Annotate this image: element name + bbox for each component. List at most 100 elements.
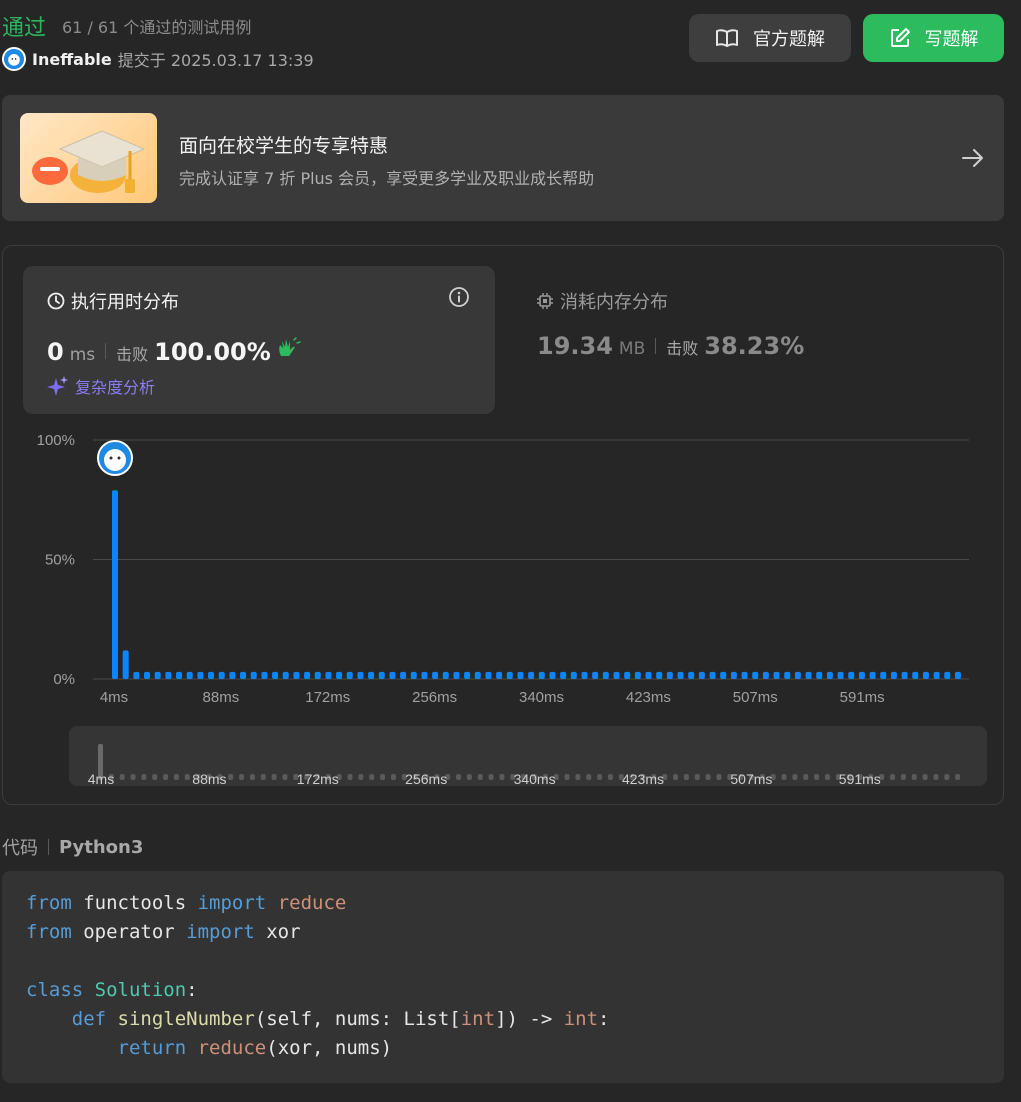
chart-bar — [816, 671, 823, 679]
chart-bar — [453, 671, 460, 679]
avatar-eye — [117, 456, 121, 460]
chart-bar — [560, 671, 567, 679]
chart-bar — [912, 671, 919, 679]
chart-bar — [293, 671, 300, 679]
slider-bar — [597, 774, 603, 780]
chart-bar — [538, 671, 545, 679]
chart-bar — [325, 671, 332, 679]
slider-tick-label: 591ms — [839, 771, 881, 786]
x-tick-label: 172ms — [305, 689, 350, 706]
slider-bar — [488, 774, 494, 780]
chart-bar — [720, 671, 727, 679]
chart-bar — [688, 671, 695, 679]
chart-bar — [410, 671, 417, 679]
chart-bar — [869, 671, 876, 679]
official-solution-button[interactable]: 官方题解 — [689, 14, 851, 62]
x-tick-label: 4ms — [100, 689, 128, 706]
promo-subtitle: 完成认证享 7 折 Plus 会员，享受更多学业及职业成长帮助 — [179, 169, 595, 188]
slider-bar — [347, 774, 353, 780]
slider-bar — [694, 774, 700, 780]
slider-bar — [803, 774, 809, 780]
chart-bar — [826, 671, 833, 679]
range-slider[interactable]: 4ms 88ms 172ms 256ms 340ms 423ms 507ms 591ms — [69, 726, 987, 787]
slider-bar — [683, 774, 689, 780]
chart-bar — [570, 671, 577, 679]
slider-bar — [152, 774, 158, 780]
y-tick-label: 50% — [45, 552, 75, 569]
user-avatar[interactable] — [2, 47, 26, 71]
chart-bar — [901, 671, 908, 679]
slider-tick-label: 256ms — [405, 771, 447, 786]
slider-bar — [673, 774, 679, 780]
slider-bar — [173, 774, 179, 780]
status-label: 通过 — [2, 16, 47, 41]
slider-bar — [163, 774, 169, 780]
chart-bar — [485, 671, 492, 679]
chart-bar — [837, 671, 844, 679]
chart-bar — [165, 671, 172, 679]
chart-bar — [314, 671, 321, 679]
slider-bar — [282, 774, 288, 780]
chart-bar — [677, 671, 684, 679]
slider-bar — [466, 774, 472, 780]
write-solution-button[interactable]: 写题解 — [863, 14, 1004, 62]
chart-bar — [634, 671, 641, 679]
code-header: 代码 Python3 — [2, 834, 143, 860]
chart-bar — [858, 671, 865, 679]
chart-bar — [709, 671, 716, 679]
chart-bar — [389, 671, 396, 679]
slider-bar — [575, 774, 581, 780]
chart-bar — [794, 671, 801, 679]
x-tick-label: 256ms — [412, 689, 457, 706]
chart-bar — [922, 671, 929, 679]
chart-bar — [154, 671, 161, 679]
range-slider-track: 4ms 88ms 172ms 256ms 340ms 423ms 507ms 591ms — [88, 744, 961, 787]
submission-info: Ineffable 提交于 2025.03.17 13:39 — [2, 46, 314, 72]
slider-bar — [607, 774, 613, 780]
slider-bar — [141, 774, 147, 780]
slider-bar — [380, 774, 386, 780]
chart-bar — [549, 671, 556, 679]
slider-tick-label: 423ms — [622, 771, 664, 786]
slider-bar — [456, 774, 462, 780]
chart-bar — [933, 671, 940, 679]
chart-bar — [784, 671, 791, 679]
performance-panel: 执行用时分布 0 ms 击败 100.00% 复杂度分析 消耗内存分布 19.3… — [2, 245, 1004, 805]
chart-bar — [368, 671, 375, 679]
slider-bar — [586, 774, 592, 780]
slider-tick-label: 507ms — [730, 771, 772, 786]
chart-bar — [336, 671, 343, 679]
x-tick-label: 88ms — [203, 689, 240, 706]
slider-tick-label: 4ms — [88, 771, 114, 786]
username[interactable]: Ineffable — [32, 50, 112, 69]
write-solution-label: 写题解 — [924, 29, 979, 50]
x-tick-label: 507ms — [733, 689, 778, 706]
x-tick-label: 591ms — [840, 689, 885, 706]
slider-bar — [824, 774, 830, 780]
chart-bar — [442, 671, 449, 679]
chart-bar — [656, 671, 663, 679]
slider-bar — [184, 774, 190, 780]
testcase-count: 61 / 61 个通过的测试用例 — [62, 18, 252, 37]
chart-bar — [272, 671, 279, 679]
chart-bar — [805, 671, 812, 679]
slider-bar — [564, 774, 570, 780]
student-promo-banner[interactable]: 面向在校学生的专享特惠 完成认证享 7 折 Plus 会员，享受更多学业及职业成… — [2, 95, 1004, 221]
code-block[interactable]: from functools import reduce from operat… — [2, 871, 1004, 1083]
slider-bar — [249, 774, 255, 780]
submit-time: 提交于 2025.03.17 13:39 — [117, 51, 314, 70]
avatar-eye — [109, 456, 113, 460]
arrow-right-icon[interactable] — [960, 148, 986, 168]
y-tick-label: 0% — [53, 671, 75, 688]
slider-bar — [499, 774, 505, 780]
edit-icon — [890, 28, 910, 47]
slider-bar — [119, 774, 125, 780]
chart-bar — [357, 671, 364, 679]
chart-bar — [613, 671, 620, 679]
slider-bar — [933, 774, 939, 780]
chart-bar — [880, 671, 887, 679]
slider-tick-label: 88ms — [192, 771, 226, 786]
chart-bar — [133, 671, 140, 679]
chart-bar — [304, 671, 311, 679]
user-position-avatar — [97, 440, 133, 476]
